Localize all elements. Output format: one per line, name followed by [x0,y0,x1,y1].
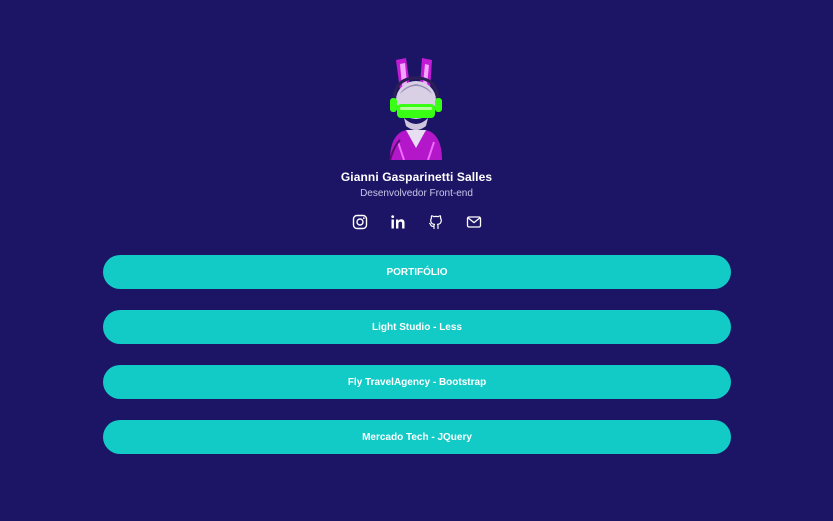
mail-icon[interactable] [466,214,482,230]
instagram-icon[interactable] [352,214,368,230]
mercado-tech-link-button[interactable]: Mercado Tech - JQuery [103,420,731,454]
link-tree-page: Gianni Gasparinetti Salles Desenvolvedor… [0,0,833,521]
github-icon[interactable] [428,214,444,230]
portfolio-link-button[interactable]: PORTIFÓLIO [103,255,731,289]
linkedin-icon[interactable] [390,214,406,230]
profile-name: Gianni Gasparinetti Salles [340,170,493,184]
fly-travel-agency-link-button[interactable]: Fly TravelAgency - Bootstrap [103,365,731,399]
light-studio-link-button[interactable]: Light Studio - Less [103,310,731,344]
link-list: PORTIFÓLIO Light Studio - Less Fly Trave… [103,255,731,475]
profile-avatar [376,56,456,161]
social-links [0,214,833,232]
profile-role: Desenvolvedor Front-end [360,188,473,199]
